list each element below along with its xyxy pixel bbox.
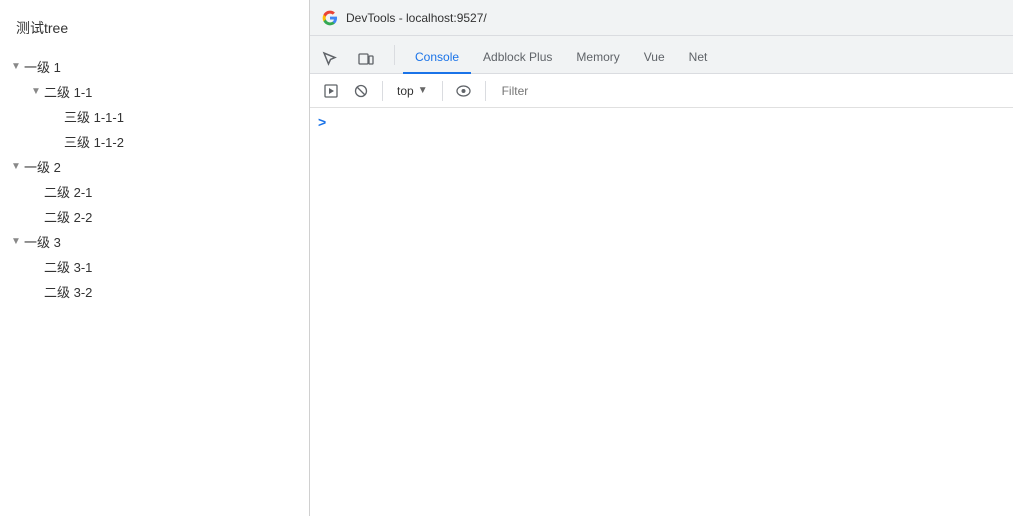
tree-arrow: [28, 184, 44, 200]
tree-item-l1-3[interactable]: 一级 3: [0, 229, 309, 254]
console-prompt: >: [318, 114, 326, 130]
tab-console[interactable]: Console: [403, 42, 471, 74]
panel-title: 测试tree: [0, 10, 309, 54]
tree-container: 一级 1 二级 1-1 三级 1-1-1 三级 1-1-2一级 2 二级 2-1 二级 2…: [0, 54, 309, 314]
tree-arrow: [48, 134, 64, 150]
right-panel: DevTools - localhost:9527/ Console Adblo…: [310, 0, 1013, 516]
tree-label: 二级 2-1: [44, 182, 92, 201]
eye-btn[interactable]: [451, 78, 477, 104]
tree-arrow: [8, 159, 24, 175]
tree-label: 二级 1-1: [44, 82, 92, 101]
tree-item-l2-3-1[interactable]: 二级 3-1: [0, 254, 309, 279]
tree-item-l3-1-1-1[interactable]: 三级 1-1-1: [0, 104, 309, 129]
tree-arrow: [28, 259, 44, 275]
tree-label: 二级 3-1: [44, 257, 92, 276]
clear-btn[interactable]: [348, 78, 374, 104]
tree-label: 三级 1-1-2: [64, 132, 124, 151]
devtools-tabs: Console Adblock Plus Memory Vue Net: [310, 36, 1013, 74]
tree-item-l2-3-2[interactable]: 二级 3-2: [0, 279, 309, 304]
cursor-icon-btn[interactable]: [314, 45, 346, 73]
toolbar-divider-2: [442, 81, 443, 101]
left-panel: 测试tree 一级 1 二级 1-1 三级 1-1-1 三级 1-1-2一级 2 二级 …: [0, 0, 310, 516]
tree-label: 二级 3-2: [44, 282, 92, 301]
tree-item-l2-2-1[interactable]: 二级 2-1: [0, 179, 309, 204]
device-toggle-btn[interactable]: [350, 45, 382, 73]
devtools-title: DevTools - localhost:9527/: [346, 11, 487, 25]
tab-memory[interactable]: Memory: [564, 42, 631, 74]
tree-item-l3-1-1-2[interactable]: 三级 1-1-2: [0, 129, 309, 154]
tree-label: 一级 3: [24, 232, 61, 251]
filter-input[interactable]: [494, 80, 1005, 102]
context-selector[interactable]: top ▼: [391, 82, 434, 100]
cursor-icon: [322, 51, 338, 67]
context-label: top: [397, 84, 414, 98]
tab-separator: [394, 45, 395, 65]
preserve-log-icon: [324, 84, 338, 98]
context-arrow: ▼: [418, 85, 428, 96]
device-icon: [358, 51, 374, 67]
devtools-titlebar: DevTools - localhost:9527/: [310, 0, 1013, 36]
tab-adblock[interactable]: Adblock Plus: [471, 42, 564, 74]
console-toolbar: top ▼: [310, 74, 1013, 108]
tree-arrow: [8, 234, 24, 250]
tree-arrow: [28, 84, 44, 100]
tree-label: 一级 1: [24, 57, 61, 76]
eye-icon: [456, 85, 471, 97]
toolbar-divider: [382, 81, 383, 101]
tree-label: 三级 1-1-1: [64, 107, 124, 126]
console-output[interactable]: >: [310, 108, 1013, 516]
toolbar-divider-3: [485, 81, 486, 101]
tree-arrow: [28, 284, 44, 300]
tree-item-l1-1[interactable]: 一级 1: [0, 54, 309, 79]
tree-item-l1-2[interactable]: 一级 2: [0, 154, 309, 179]
google-favicon: [322, 10, 338, 26]
tree-arrow: [8, 59, 24, 75]
tab-net[interactable]: Net: [677, 42, 720, 74]
console-prompt-line: >: [310, 112, 1013, 132]
play-btn[interactable]: [318, 78, 344, 104]
tree-arrow: [48, 109, 64, 125]
tree-label: 一级 2: [24, 157, 61, 176]
tree-item-l2-1-1[interactable]: 二级 1-1: [0, 79, 309, 104]
tree-label: 二级 2-2: [44, 207, 92, 226]
tab-vue[interactable]: Vue: [632, 42, 677, 74]
tree-arrow: [28, 209, 44, 225]
prohibit-icon: [354, 84, 368, 98]
tree-item-l2-2-2[interactable]: 二级 2-2: [0, 204, 309, 229]
